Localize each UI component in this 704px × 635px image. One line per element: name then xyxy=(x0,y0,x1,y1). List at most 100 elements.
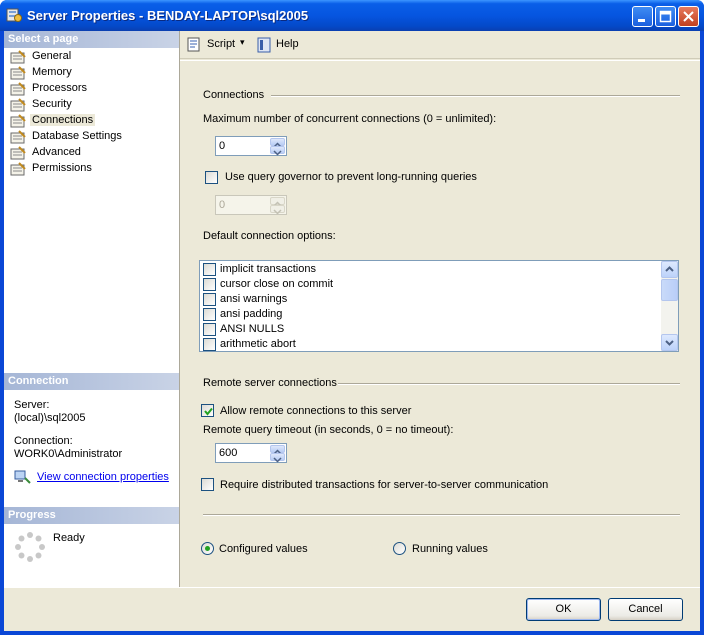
scroll-down-button[interactable] xyxy=(661,334,678,351)
window-border xyxy=(0,31,4,635)
query-governor-value: 0 xyxy=(219,199,226,211)
chevron-down-icon xyxy=(273,457,282,463)
spin-down-button[interactable] xyxy=(270,146,285,156)
page-item-security[interactable]: Security xyxy=(8,97,178,113)
page-icon xyxy=(10,66,26,80)
page-item-memory[interactable]: Memory xyxy=(8,65,178,81)
page-item-label: Security xyxy=(32,98,72,110)
help-button[interactable]: Help xyxy=(256,37,306,53)
page-item-processors[interactable]: Processors xyxy=(8,81,178,97)
remote-section-title: Remote server connections xyxy=(203,377,337,389)
scroll-up-button[interactable] xyxy=(661,261,678,278)
max-connections-stepper[interactable]: 0 xyxy=(215,136,287,156)
minimize-button[interactable] xyxy=(632,6,653,27)
server-value: (local)\sql2005 xyxy=(14,412,86,424)
page-icon xyxy=(10,98,26,112)
window-title: Server Properties - BENDAY-LAPTOP\sql200… xyxy=(27,8,309,23)
toolbar: Script ▾ Help xyxy=(180,31,700,59)
option-label: cursor close on commit xyxy=(220,278,334,290)
option-checkbox[interactable] xyxy=(203,323,216,336)
running-values-label: Running values xyxy=(412,543,488,555)
list-item[interactable]: ansi padding xyxy=(203,307,653,322)
page-item-general[interactable]: General xyxy=(8,49,178,65)
query-governor-checkbox[interactable] xyxy=(205,171,218,184)
page-icon xyxy=(10,82,26,96)
script-label: Script xyxy=(207,38,236,50)
option-checkbox[interactable] xyxy=(203,338,216,351)
page-item-label: General xyxy=(32,50,72,62)
section-divider xyxy=(338,383,680,385)
option-checkbox[interactable] xyxy=(203,308,216,321)
select-page-header: Select a page xyxy=(4,31,179,48)
left-pane: Select a page General Memory Processors … xyxy=(4,31,180,587)
scroll-thumb[interactable] xyxy=(661,279,678,301)
section-divider xyxy=(203,514,680,516)
page-item-label: Connections xyxy=(30,114,96,126)
option-label: ansi warnings xyxy=(220,293,288,305)
list-item[interactable]: ANSI NULLS xyxy=(203,322,653,337)
progress-spinner-icon xyxy=(15,532,45,562)
spin-up-button[interactable] xyxy=(270,138,285,148)
script-button[interactable]: Script ▾ xyxy=(186,37,248,53)
page-icon xyxy=(10,50,26,64)
page-item-database-settings[interactable]: Database Settings xyxy=(8,129,178,145)
default-options-list[interactable]: implicit transactions cursor close on co… xyxy=(199,260,679,352)
page-item-permissions[interactable]: Permissions xyxy=(8,161,178,177)
list-item[interactable]: cursor close on commit xyxy=(203,277,653,292)
right-pane: Script ▾ Help Connections Maximum number… xyxy=(180,31,700,587)
dialog-window: Server Properties - BENDAY-LAPTOP\sql200… xyxy=(0,0,704,635)
list-item[interactable]: ansi warnings xyxy=(203,292,653,307)
option-label: ANSI NULLS xyxy=(220,323,285,335)
window-border xyxy=(700,31,704,635)
view-connection-properties-link[interactable]: View connection properties xyxy=(37,471,169,483)
query-governor-label: Use query governor to prevent long-runni… xyxy=(225,171,477,183)
option-checkbox[interactable] xyxy=(203,278,216,291)
chevron-down-icon xyxy=(273,209,282,215)
allow-remote-label: Allow remote connections to this server xyxy=(220,405,412,417)
page-item-label: Processors xyxy=(32,82,88,94)
help-icon xyxy=(257,37,271,53)
list-item[interactable]: arithmetic abort xyxy=(203,337,653,352)
page-item-advanced[interactable]: Advanced xyxy=(8,145,178,161)
minimize-icon xyxy=(638,19,645,22)
ok-button[interactable]: OK xyxy=(526,598,601,621)
chevron-down-icon xyxy=(665,340,674,346)
connection-value: WORK0\Administrator xyxy=(14,448,123,460)
spin-up-button[interactable] xyxy=(270,445,285,455)
remote-timeout-stepper[interactable]: 600 xyxy=(215,443,287,463)
remote-timeout-value[interactable]: 600 xyxy=(219,447,237,459)
distributed-transactions-checkbox[interactable] xyxy=(201,478,214,491)
window-border[interactable] xyxy=(0,631,704,635)
page-item-label: Database Settings xyxy=(32,130,122,142)
list-scrollbar[interactable] xyxy=(661,261,678,351)
option-checkbox[interactable] xyxy=(203,293,216,306)
page-item-label: Advanced xyxy=(32,146,81,158)
close-button[interactable] xyxy=(678,6,699,27)
page-item-connections[interactable]: Connections xyxy=(8,113,178,129)
default-options-label: Default connection options: xyxy=(203,230,336,242)
dialog-client: Select a page General Memory Processors … xyxy=(4,31,700,631)
maximize-button[interactable] xyxy=(655,6,676,27)
checkmark-icon xyxy=(204,407,213,416)
spin-down-button xyxy=(270,205,285,215)
connection-label: Connection: xyxy=(14,435,73,447)
running-values-radio[interactable] xyxy=(393,542,406,555)
connection-header: Connection xyxy=(4,373,179,390)
remote-timeout-label: Remote query timeout (in seconds, 0 = no… xyxy=(203,424,454,436)
connection-properties-icon xyxy=(14,470,31,484)
option-checkbox[interactable] xyxy=(203,263,216,276)
dropdown-arrow-icon[interactable]: ▾ xyxy=(240,37,245,48)
help-label: Help xyxy=(276,38,299,50)
list-item[interactable]: implicit transactions xyxy=(203,262,653,277)
button-bar: OK Cancel xyxy=(4,587,700,631)
configured-values-radio[interactable] xyxy=(201,542,214,555)
radio-selected-dot xyxy=(205,546,210,551)
max-connections-label: Maximum number of concurrent connections… xyxy=(203,113,497,125)
allow-remote-checkbox[interactable] xyxy=(201,404,214,417)
title-bar[interactable]: Server Properties - BENDAY-LAPTOP\sql200… xyxy=(0,0,704,31)
distributed-transactions-label: Require distributed transactions for ser… xyxy=(220,479,549,491)
spin-down-button[interactable] xyxy=(270,453,285,463)
max-connections-value[interactable]: 0 xyxy=(219,140,225,152)
cancel-button[interactable]: Cancel xyxy=(608,598,683,621)
connections-section-title: Connections xyxy=(203,89,265,101)
